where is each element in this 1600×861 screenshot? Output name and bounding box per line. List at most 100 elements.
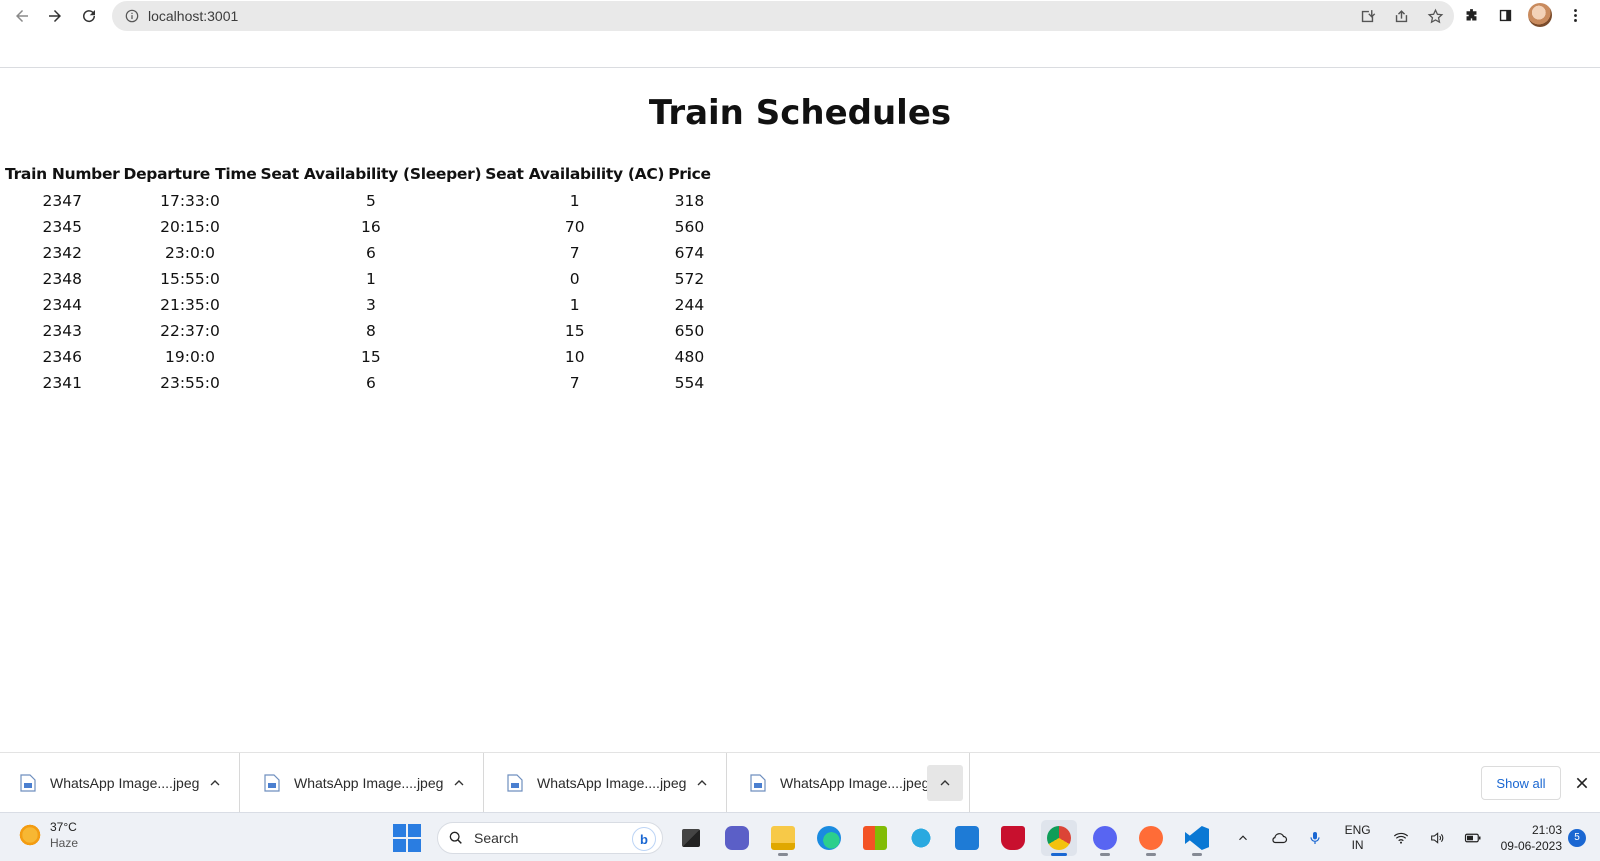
download-file-name: WhatsApp Image....jpeg — [294, 775, 444, 791]
cell-price: 244 — [674, 296, 705, 314]
task-view-icon[interactable] — [673, 820, 709, 856]
clock-date: 09-06-2023 — [1500, 838, 1562, 853]
train-schedule-table: Train Number Departure Time Seat Availab… — [2, 160, 714, 396]
region-code: IN — [1351, 837, 1364, 852]
reload-icon — [83, 10, 96, 23]
table-row: 2346 19:0:0 15 10 480 — [4, 344, 712, 370]
discord-icon[interactable] — [1087, 820, 1123, 856]
language-indicator[interactable]: ENG IN — [1345, 823, 1371, 853]
clock[interactable]: 21:03 09-06-2023 — [1501, 822, 1562, 854]
file-explorer-icon[interactable] — [765, 820, 801, 856]
download-item[interactable]: WhatsApp Image....jpeg — [487, 753, 727, 813]
cell-seat-sleeper: 6 — [365, 244, 376, 262]
download-item[interactable]: WhatsApp Image....jpeg — [730, 753, 970, 813]
chevron-up-icon[interactable] — [1232, 827, 1254, 849]
image-file-icon — [750, 774, 766, 792]
cell-price: 674 — [674, 244, 705, 262]
cell-seat-sleeper: 15 — [361, 348, 381, 366]
header-price: Price — [668, 165, 711, 183]
side-panel-icon[interactable] — [1494, 4, 1516, 26]
download-file-name: WhatsApp Image....jpeg — [780, 775, 930, 791]
chevron-up-icon[interactable] — [927, 765, 963, 801]
address-bar[interactable]: localhost:3001 — [112, 1, 1454, 31]
cell-seat-ac: 0 — [569, 270, 580, 288]
profile-avatar[interactable] — [1528, 3, 1552, 27]
postman-icon[interactable] — [1133, 820, 1169, 856]
show-all-button[interactable]: Show all — [1481, 766, 1561, 800]
cell-departure-time: 17:33:0 — [160, 192, 220, 210]
weather-condition: Haze — [50, 836, 79, 850]
cell-train-number: 2344 — [42, 296, 82, 314]
cell-departure-time: 19:0:0 — [165, 348, 215, 366]
cell-seat-sleeper: 5 — [365, 192, 376, 210]
cell-price: 554 — [674, 374, 705, 392]
reload-button[interactable] — [75, 2, 103, 30]
cell-price: 572 — [674, 270, 705, 288]
image-file-icon — [507, 774, 523, 792]
chrome-icon[interactable] — [1041, 820, 1077, 856]
table-row: 2344 21:35:0 3 1 244 — [4, 292, 712, 318]
table-row: 2343 22:37:0 8 15 650 — [4, 318, 712, 344]
battery-icon[interactable] — [1462, 827, 1484, 849]
wifi-icon[interactable] — [1390, 827, 1412, 849]
downloads-bar: WhatsApp Image....jpeg WhatsApp Image...… — [0, 752, 1600, 813]
dell-app-icon[interactable] — [949, 820, 985, 856]
sync-app-icon[interactable] — [903, 820, 939, 856]
cell-price: 650 — [674, 322, 705, 340]
close-icon[interactable] — [1572, 773, 1592, 793]
table-row: 2341 23:55:0 6 7 554 — [4, 370, 712, 396]
extensions-icon[interactable] — [1460, 4, 1482, 26]
windows-start-icon[interactable] — [393, 824, 421, 852]
mcafee-icon[interactable] — [995, 820, 1031, 856]
microphone-icon[interactable] — [1304, 827, 1326, 849]
cell-departure-time: 23:0:0 — [165, 244, 215, 262]
table-row: 2345 20:15:0 16 70 560 — [4, 214, 712, 240]
bing-icon[interactable]: b — [632, 827, 656, 851]
site-info-icon[interactable] — [124, 8, 140, 24]
header-departure-time: Departure Time — [123, 165, 257, 183]
chevron-up-icon[interactable] — [205, 773, 225, 793]
cell-price: 560 — [674, 218, 705, 236]
volume-icon[interactable] — [1426, 827, 1448, 849]
chevron-up-icon[interactable] — [449, 773, 469, 793]
forward-button[interactable] — [41, 2, 69, 30]
vscode-icon[interactable] — [1179, 820, 1215, 856]
download-item[interactable]: WhatsApp Image....jpeg — [244, 753, 484, 813]
cell-seat-sleeper: 3 — [365, 296, 376, 314]
weather-temperature: 37°C — [50, 820, 77, 834]
cell-departure-time: 22:37:0 — [160, 322, 220, 340]
download-item[interactable]: WhatsApp Image....jpeg — [0, 753, 240, 813]
windows-taskbar: 37°C Haze Search b ENG IN 21:03 09-06-20… — [0, 812, 1600, 861]
bookmark-star-icon[interactable] — [1424, 5, 1446, 27]
edge-browser-icon[interactable] — [811, 820, 847, 856]
more-menu-icon[interactable] — [1564, 4, 1586, 26]
language-code: ENG — [1344, 822, 1371, 837]
cell-train-number: 2343 — [42, 322, 82, 340]
cell-train-number: 2347 — [42, 192, 82, 210]
cell-seat-ac: 10 — [564, 348, 585, 366]
cell-price: 480 — [674, 348, 705, 366]
cell-departure-time: 23:55:0 — [160, 374, 220, 392]
cell-train-number: 2345 — [42, 218, 82, 236]
table-row: 2347 17:33:0 5 1 318 — [4, 188, 712, 214]
download-file-name: WhatsApp Image....jpeg — [50, 775, 200, 791]
cell-departure-time: 15:55:0 — [160, 270, 220, 288]
cell-seat-ac: 7 — [569, 374, 580, 392]
microsoft-store-icon[interactable] — [857, 820, 893, 856]
cell-seat-sleeper: 1 — [365, 270, 376, 288]
cell-seat-ac: 7 — [569, 244, 580, 262]
weather-widget[interactable]: 37°C Haze — [18, 819, 78, 851]
cell-seat-sleeper: 8 — [365, 322, 376, 340]
install-app-icon[interactable] — [1356, 5, 1378, 27]
cell-train-number: 2341 — [42, 374, 82, 392]
back-button[interactable] — [8, 2, 36, 30]
cell-train-number: 2348 — [42, 270, 82, 288]
share-icon[interactable] — [1390, 5, 1412, 27]
cell-seat-sleeper: 16 — [361, 218, 381, 236]
notification-badge[interactable]: 5 — [1568, 828, 1586, 847]
onedrive-cloud-icon[interactable] — [1268, 827, 1290, 849]
url-text[interactable]: localhost:3001 — [148, 8, 238, 24]
chevron-up-icon[interactable] — [692, 773, 712, 793]
teams-chat-icon[interactable] — [719, 820, 755, 856]
taskbar-search[interactable]: Search b — [437, 822, 663, 854]
